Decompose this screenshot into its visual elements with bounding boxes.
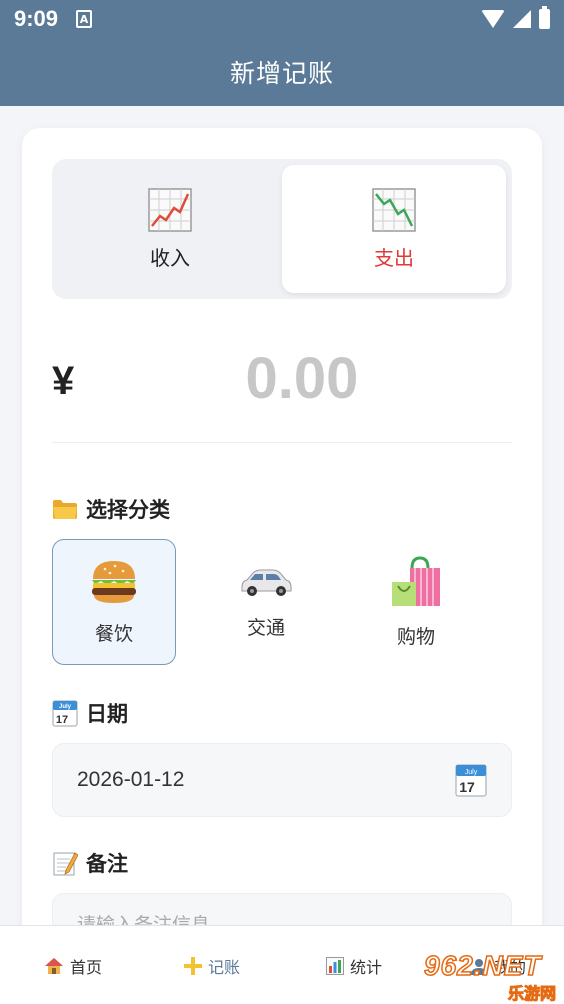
nav-item-add-record[interactable]: 记账 bbox=[184, 926, 240, 1004]
category-label: 购物 bbox=[396, 625, 435, 648]
category-label: 餐饮 bbox=[94, 622, 133, 645]
expense-tab[interactable]: 支出 bbox=[282, 165, 506, 293]
category-label: 交通 bbox=[246, 616, 285, 639]
nav-item-stats[interactable]: 统计 bbox=[326, 926, 382, 1004]
expense-label: 支出 bbox=[374, 245, 414, 270]
category-section-title: 选择分类 bbox=[52, 494, 170, 524]
nav-item-mine[interactable]: 我的 bbox=[470, 926, 526, 1004]
house-icon bbox=[44, 957, 64, 975]
amount-input[interactable] bbox=[142, 343, 462, 413]
date-picker-field[interactable]: 2026-01-12 July 17 bbox=[52, 743, 512, 817]
chart-increasing-icon bbox=[148, 187, 192, 232]
category-item-shopping[interactable]: 购物 bbox=[354, 539, 478, 665]
calendar-month-text: July bbox=[465, 769, 478, 776]
nav-label: 我的 bbox=[494, 957, 527, 977]
nav-label: 记账 bbox=[208, 957, 241, 977]
battery-icon bbox=[539, 6, 550, 29]
user-icon bbox=[470, 957, 488, 975]
calendar-icon: July 17 bbox=[52, 699, 78, 727]
wifi-icon bbox=[481, 10, 505, 28]
status-bar: 9:09 A bbox=[0, 0, 564, 38]
folder-icon bbox=[52, 498, 78, 520]
plus-icon bbox=[184, 956, 202, 975]
nav-label: 首页 bbox=[70, 957, 103, 977]
date-section-title: July 17 日期 bbox=[52, 698, 128, 728]
form-card: 收入 支出 ¥ 0.00 选择分类 餐饮 交通 购物 July 17 日期 20… bbox=[22, 128, 542, 983]
chart-decreasing-icon bbox=[372, 187, 416, 232]
app-bar: 新增记账 bbox=[0, 38, 564, 106]
note-section-title: 备注 bbox=[52, 848, 128, 878]
status-time: 9:09 bbox=[14, 6, 59, 31]
keyboard-a-icon: A bbox=[76, 10, 93, 28]
category-item-transport[interactable]: 交通 bbox=[204, 539, 328, 665]
category-list: 餐饮 交通 购物 bbox=[52, 539, 512, 665]
calendar-icon[interactable]: July 17 bbox=[455, 763, 487, 797]
signal-icon bbox=[513, 10, 531, 28]
calendar-day-text: 17 bbox=[56, 714, 68, 726]
status-icons bbox=[481, 6, 550, 29]
category-item-food[interactable]: 餐饮 bbox=[52, 539, 176, 665]
page-title: 新增记账 bbox=[229, 59, 334, 88]
calendar-day-text: 17 bbox=[459, 779, 475, 795]
nav-item-home[interactable]: 首页 bbox=[44, 926, 102, 1004]
note-title: 备注 bbox=[86, 852, 128, 876]
shopping-bags-icon bbox=[390, 555, 442, 608]
date-title: 日期 bbox=[86, 702, 128, 726]
memo-icon bbox=[52, 850, 78, 876]
car-icon bbox=[239, 565, 293, 599]
date-value: 2026-01-12 bbox=[77, 768, 185, 791]
bottom-nav: 首页 记账 统计 我的 bbox=[0, 925, 564, 1004]
hamburger-icon bbox=[89, 559, 139, 605]
currency-symbol: ¥ bbox=[52, 359, 75, 403]
calendar-month-text: July bbox=[59, 704, 72, 710]
income-label: 收入 bbox=[150, 245, 190, 270]
bar-chart-icon bbox=[326, 956, 344, 975]
amount-row: ¥ bbox=[52, 343, 512, 443]
type-toggle: 收入 支出 bbox=[52, 159, 512, 299]
category-title: 选择分类 bbox=[86, 498, 170, 522]
income-tab[interactable]: 收入 bbox=[58, 165, 282, 293]
nav-label: 统计 bbox=[350, 957, 383, 977]
